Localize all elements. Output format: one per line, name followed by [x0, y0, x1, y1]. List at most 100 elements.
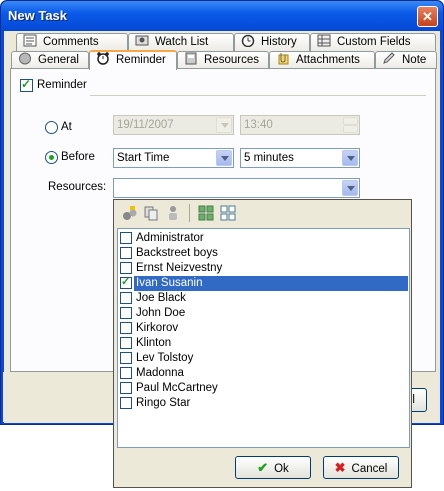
- list-item[interactable]: Administrator: [118, 231, 409, 246]
- resources-dropdown-button[interactable]: [342, 180, 358, 196]
- resources-popup: Administrator Backstreet boys Ernst Neizve…: [113, 199, 412, 488]
- list-item[interactable]: Klinton: [118, 336, 409, 351]
- title-bar[interactable]: New Task ✕: [1, 1, 443, 31]
- tab-label: Resources: [204, 54, 259, 66]
- window-title: New Task: [8, 8, 68, 23]
- uncheck-all-icon[interactable]: [220, 205, 236, 221]
- before-offset-select[interactable]: 5 minutes: [240, 148, 360, 168]
- at-time-spinner[interactable]: [343, 117, 358, 133]
- list-item-checkbox[interactable]: [120, 322, 132, 334]
- checkmark-icon: ✔: [257, 460, 269, 475]
- list-item[interactable]: Joe Black: [118, 291, 409, 306]
- list-item[interactable]: Ivan Susanin: [118, 275, 409, 291]
- toolbar-separator: [189, 204, 190, 222]
- general-icon: [18, 52, 32, 65]
- tab-general[interactable]: General: [11, 51, 89, 69]
- list-item-checkbox[interactable]: [120, 262, 132, 274]
- tab-label: History: [261, 36, 297, 48]
- tab-watch-list[interactable]: Watch List: [128, 33, 234, 51]
- at-date-dropdown-button[interactable]: [216, 117, 232, 133]
- list-item-checkbox[interactable]: [120, 247, 132, 259]
- list-item-label: Ernst Neizvestny: [136, 262, 223, 274]
- list-item-label: Joe Black: [136, 292, 186, 304]
- before-anchor-value: Start Time: [117, 152, 170, 164]
- list-item-label: Ringo Star: [136, 397, 191, 409]
- at-time-field[interactable]: 13:40: [240, 115, 360, 135]
- list-item[interactable]: Kirkorov: [118, 321, 409, 336]
- resources-label: Resources:: [48, 181, 107, 193]
- add-resource-icon[interactable]: [121, 205, 137, 221]
- tab-resources[interactable]: Resources: [177, 51, 269, 69]
- list-item[interactable]: Backstreet boys: [118, 246, 409, 261]
- list-item-label: Paul McCartney: [136, 382, 218, 394]
- list-item-label: Backstreet boys: [136, 247, 218, 259]
- at-radio[interactable]: [45, 121, 58, 134]
- list-item-checkbox[interactable]: [120, 367, 132, 379]
- comments-icon: [23, 34, 37, 47]
- before-anchor-select[interactable]: Start Time: [113, 148, 234, 168]
- resource-people-icon[interactable]: [165, 205, 181, 221]
- before-label: Before: [61, 151, 95, 163]
- list-item[interactable]: Lev Tolstoy: [118, 351, 409, 366]
- tab-label: Watch List: [155, 36, 209, 48]
- tab-history[interactable]: History: [234, 33, 310, 51]
- reminder-label: Reminder: [37, 79, 87, 91]
- ok-button[interactable]: ✔ Ok: [235, 456, 311, 479]
- tab-comments[interactable]: Comments: [16, 33, 128, 51]
- list-item-label: Kirkorov: [136, 322, 179, 334]
- note-icon: [382, 52, 396, 65]
- list-item-label: Madonna: [136, 367, 184, 379]
- before-offset-dropdown-button[interactable]: [342, 150, 358, 166]
- tab-label: Reminder: [116, 54, 166, 66]
- at-label: At: [61, 121, 72, 133]
- list-item[interactable]: Paul McCartney: [118, 381, 409, 396]
- resources-icon: [184, 52, 198, 65]
- list-item[interactable]: John Doe: [118, 306, 409, 321]
- list-item-checkbox[interactable]: [120, 397, 132, 409]
- history-icon: [241, 34, 255, 48]
- alarm-clock-icon: [96, 52, 110, 65]
- list-item-checkbox[interactable]: [120, 275, 132, 290]
- list-item-label: Administrator: [136, 232, 204, 244]
- at-time-value: 13:40: [244, 119, 273, 131]
- cancel-x-icon: ✖: [334, 460, 346, 475]
- resource-list[interactable]: Administrator Backstreet boys Ernst Neizve…: [117, 228, 410, 448]
- list-item-checkbox[interactable]: [120, 232, 132, 244]
- list-item[interactable]: Madonna: [118, 366, 409, 381]
- list-item-checkbox[interactable]: [120, 292, 132, 304]
- list-item-checkbox[interactable]: [120, 337, 132, 349]
- list-item-label: Klinton: [136, 337, 172, 349]
- list-item[interactable]: Ringo Star: [118, 396, 409, 411]
- reminder-checkbox[interactable]: [20, 77, 33, 92]
- group-separator: [90, 95, 426, 96]
- ok-label: Ok: [274, 463, 289, 475]
- check-all-icon[interactable]: [198, 205, 214, 221]
- before-radio[interactable]: [45, 151, 58, 164]
- tab-attachments[interactable]: Attachments: [269, 51, 375, 69]
- tab-label: Note: [402, 54, 427, 66]
- cancel-label: Cancel: [351, 463, 388, 475]
- list-item-label: Ivan Susanin: [134, 276, 408, 291]
- custom-fields-icon: [317, 34, 331, 47]
- tab-label: Attachments: [296, 54, 360, 66]
- paperclip-icon: [276, 52, 290, 65]
- close-button[interactable]: ✕: [417, 6, 438, 27]
- list-item-checkbox[interactable]: [120, 307, 132, 319]
- copy-resource-icon[interactable]: [143, 205, 159, 221]
- before-anchor-dropdown-button[interactable]: [216, 150, 232, 166]
- list-item[interactable]: Ernst Neizvestny: [118, 261, 409, 276]
- at-date-value: 19/11/2007: [117, 119, 174, 131]
- resources-select[interactable]: [113, 178, 360, 198]
- tab-label: Custom Fields: [337, 36, 411, 48]
- tab-note[interactable]: Note: [375, 51, 437, 69]
- tab-custom-fields[interactable]: Custom Fields: [310, 33, 436, 51]
- popup-toolbar: [114, 200, 411, 227]
- list-item-label: Lev Tolstoy: [136, 352, 194, 364]
- tab-label: General: [38, 54, 79, 66]
- list-item-label: John Doe: [136, 307, 186, 319]
- at-date-field[interactable]: 19/11/2007: [113, 115, 234, 135]
- cancel-button[interactable]: ✖ Cancel: [323, 456, 399, 479]
- list-item-checkbox[interactable]: [120, 352, 132, 364]
- tab-reminder[interactable]: Reminder: [89, 50, 177, 70]
- list-item-checkbox[interactable]: [120, 382, 132, 394]
